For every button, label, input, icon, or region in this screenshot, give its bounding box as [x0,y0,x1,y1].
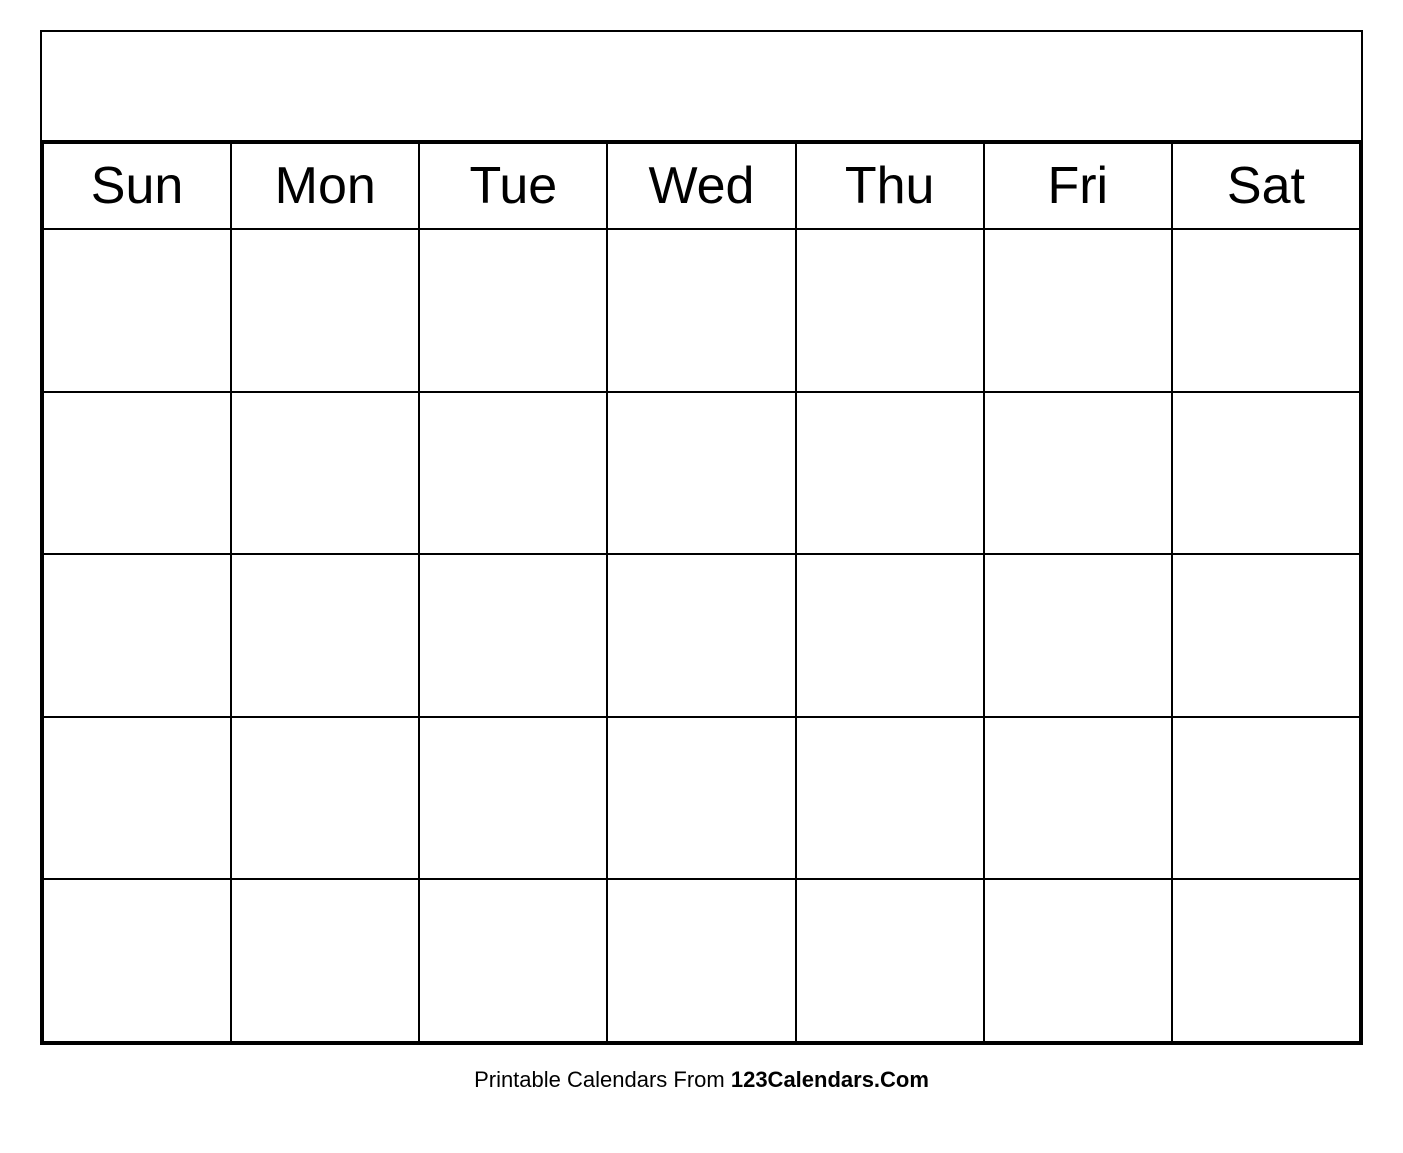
title-row [42,32,1361,142]
header-wed: Wed [607,143,795,229]
cell-5-6[interactable] [984,879,1172,1042]
cell-5-4[interactable] [607,879,795,1042]
footer: Printable Calendars From 123Calendars.Co… [474,1067,929,1093]
header-fri: Fri [984,143,1172,229]
calendar-table: Sun Mon Tue Wed Thu Fri Sat [42,142,1361,1043]
cell-2-7[interactable] [1172,392,1360,555]
cell-3-5[interactable] [796,554,984,717]
cell-5-1[interactable] [43,879,231,1042]
footer-bold-text: 123Calendars.Com [731,1067,929,1092]
calendar-row-3 [43,554,1360,717]
calendar-row-1 [43,229,1360,392]
cell-3-2[interactable] [231,554,419,717]
cell-4-7[interactable] [1172,717,1360,880]
cell-3-7[interactable] [1172,554,1360,717]
cell-4-6[interactable] [984,717,1172,880]
cell-4-3[interactable] [419,717,607,880]
cell-1-1[interactable] [43,229,231,392]
cell-3-6[interactable] [984,554,1172,717]
calendar-row-4 [43,717,1360,880]
cell-3-4[interactable] [607,554,795,717]
cell-5-2[interactable] [231,879,419,1042]
calendar-row-2 [43,392,1360,555]
cell-1-5[interactable] [796,229,984,392]
header-thu: Thu [796,143,984,229]
cell-5-3[interactable] [419,879,607,1042]
cell-1-4[interactable] [607,229,795,392]
calendar-row-5 [43,879,1360,1042]
cell-1-6[interactable] [984,229,1172,392]
header-tue: Tue [419,143,607,229]
cell-2-3[interactable] [419,392,607,555]
header-mon: Mon [231,143,419,229]
cell-1-3[interactable] [419,229,607,392]
cell-1-2[interactable] [231,229,419,392]
cell-2-6[interactable] [984,392,1172,555]
cell-4-2[interactable] [231,717,419,880]
calendar-container: Sun Mon Tue Wed Thu Fri Sat [40,30,1363,1045]
cell-2-1[interactable] [43,392,231,555]
cell-2-4[interactable] [607,392,795,555]
cell-4-5[interactable] [796,717,984,880]
footer-normal-text: Printable Calendars From [474,1067,731,1092]
cell-2-5[interactable] [796,392,984,555]
page-wrapper: Sun Mon Tue Wed Thu Fri Sat [0,0,1403,1153]
cell-3-1[interactable] [43,554,231,717]
cell-3-3[interactable] [419,554,607,717]
cell-4-1[interactable] [43,717,231,880]
cell-1-7[interactable] [1172,229,1360,392]
cell-5-5[interactable] [796,879,984,1042]
header-sun: Sun [43,143,231,229]
header-sat: Sat [1172,143,1360,229]
cell-4-4[interactable] [607,717,795,880]
cell-2-2[interactable] [231,392,419,555]
cell-5-7[interactable] [1172,879,1360,1042]
day-header-row: Sun Mon Tue Wed Thu Fri Sat [43,143,1360,229]
